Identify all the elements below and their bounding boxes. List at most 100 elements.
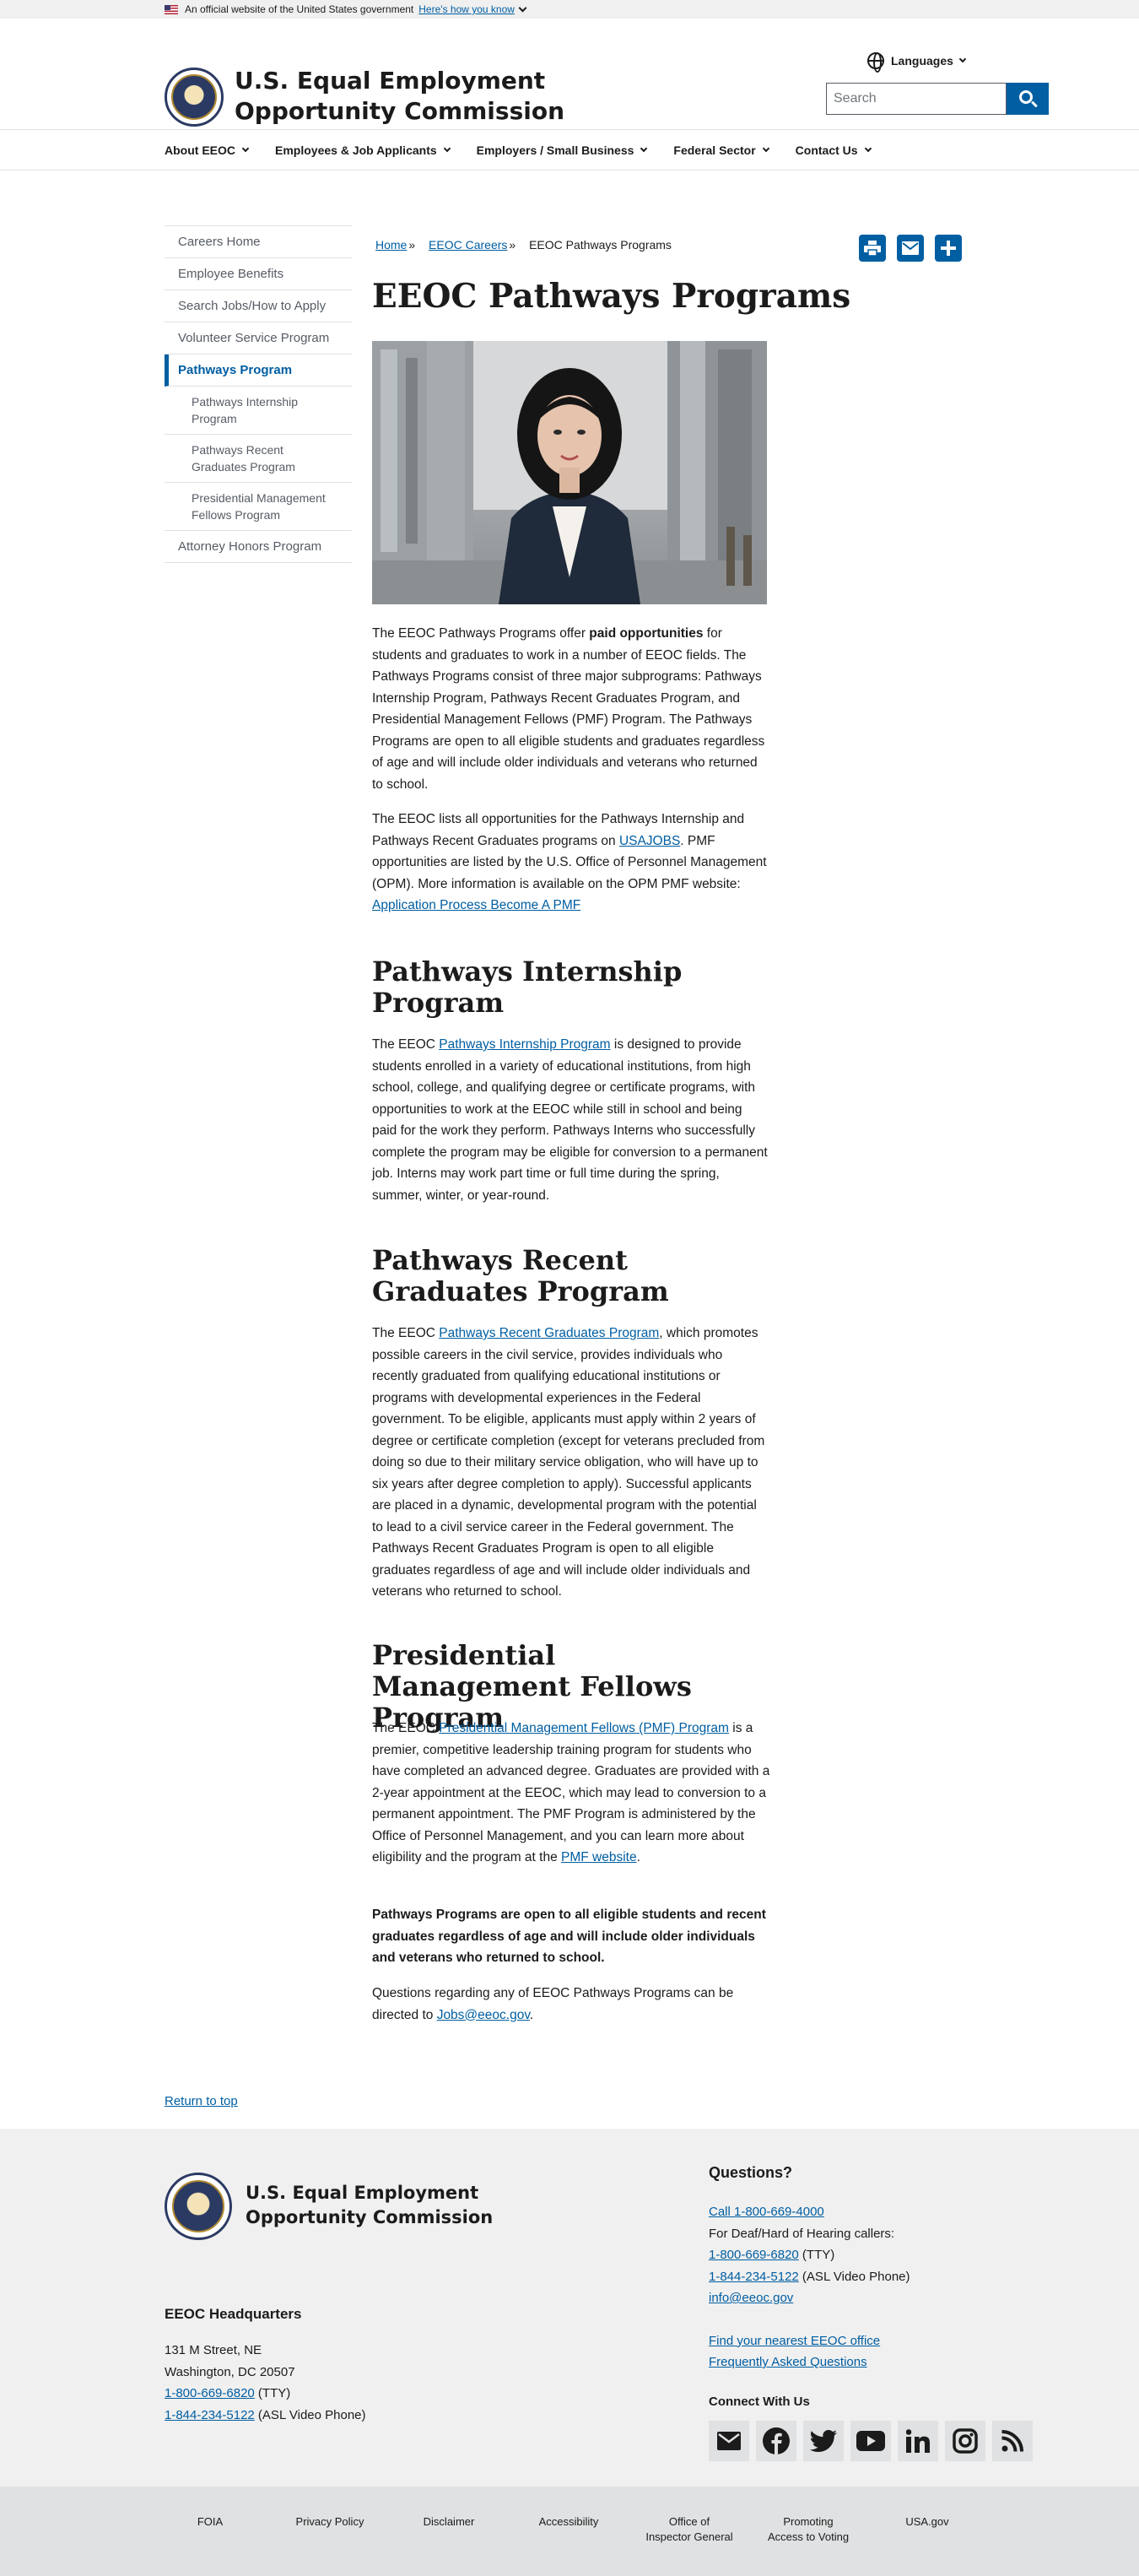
more-share-button[interactable]: [935, 235, 962, 262]
accessibility-link[interactable]: Accessibility: [510, 2514, 628, 2530]
sidebar-item-careers-home[interactable]: Careers Home: [165, 226, 352, 258]
internship-paragraph: The EEOC Pathways Internship Program is …: [372, 1034, 770, 1206]
languages-label: Languages: [891, 54, 953, 68]
footer-bottom-bar: FOIA Privacy Policy Disclaimer Accessibi…: [0, 2487, 1139, 2576]
nav-about-eeoc[interactable]: About EEOC: [165, 143, 250, 157]
text: (TTY): [254, 2386, 291, 2400]
facebook-icon[interactable]: [756, 2421, 796, 2461]
linkedin-icon[interactable]: [898, 2421, 938, 2461]
sidebar-item-pathways-program[interactable]: Pathways Program: [165, 354, 352, 387]
footer-title-line1[interactable]: U.S. Equal Employment: [246, 2181, 516, 2205]
questions-contacts: Call 1-800-669-4000 For Deaf/Hard of Hea…: [709, 2201, 1029, 2373]
info-email-link[interactable]: info@eeoc.gov: [709, 2291, 793, 2305]
link-line: Office of: [668, 2515, 710, 2528]
heres-how-you-know-link[interactable]: Here's how you know: [418, 3, 515, 15]
social-links: [709, 2421, 1039, 2461]
intro-paragraph-1: The EEOC Pathways Programs offer paid op…: [372, 623, 770, 795]
disclaimer-link[interactable]: Disclaimer: [390, 2514, 508, 2530]
sidebar-item-attorney-honors[interactable]: Attorney Honors Program: [165, 531, 352, 563]
print-button[interactable]: [859, 235, 886, 262]
sidebar-subitem-recent-graduates[interactable]: Pathways Recent Graduates Program: [165, 435, 352, 483]
eligibility-note: Pathways Programs are open to all eligib…: [372, 1908, 766, 1965]
hq-tty-link[interactable]: 1-800-669-6820: [165, 2386, 255, 2400]
tty-link[interactable]: 1-800-669-6820: [709, 2248, 799, 2262]
chevron-down-icon[interactable]: [518, 3, 527, 12]
usa-gov-link[interactable]: USA.gov: [868, 2514, 986, 2530]
page-title: EEOC Pathways Programs: [372, 277, 851, 316]
email-icon[interactable]: [709, 2421, 749, 2461]
rss-icon[interactable]: [992, 2421, 1033, 2461]
site-title[interactable]: U.S. Equal Employment Opportunity Commis…: [235, 66, 589, 127]
breadcrumb-home[interactable]: Home: [375, 238, 407, 252]
text: for students and graduates to work in a …: [372, 626, 765, 792]
sidebar-item-employee-benefits[interactable]: Employee Benefits: [165, 258, 352, 290]
pmf-website-link[interactable]: PMF website: [561, 1850, 637, 1864]
access-to-voting-link[interactable]: Promoting Access to Voting: [749, 2514, 867, 2545]
text: , which promotes possible careers in the…: [372, 1326, 765, 1599]
faq-link[interactable]: Frequently Asked Questions: [709, 2355, 867, 2369]
sidebar-subitem-pmf[interactable]: Presidential Management Fellows Program: [165, 483, 352, 531]
share-tools: [859, 235, 973, 262]
pmf-program-link[interactable]: Presidential Management Fellows (PMF) Pr…: [439, 1721, 729, 1735]
privacy-policy-link[interactable]: Privacy Policy: [271, 2514, 389, 2530]
hq-street: 131 M Street, NE: [165, 2343, 262, 2357]
pmf-application-link[interactable]: Application Process Become A PMF: [372, 898, 580, 912]
twitter-icon[interactable]: [803, 2421, 844, 2461]
site-header: U.S. Equal Employment Opportunity Commis…: [0, 19, 1139, 130]
footer-title-line2[interactable]: Opportunity Commission: [246, 2205, 516, 2230]
nav-label: Contact Us: [795, 143, 858, 157]
link-line: Promoting: [783, 2515, 834, 2528]
site-title-line2[interactable]: Opportunity Commission: [235, 96, 589, 127]
chevron-down-icon: [640, 144, 648, 152]
breadcrumb-current: EEOC Pathways Programs: [529, 238, 672, 252]
footer-title[interactable]: U.S. Equal Employment Opportunity Commis…: [246, 2181, 516, 2230]
search-form: [826, 83, 1049, 115]
text: The EEOC Pathways Programs offer: [372, 626, 590, 641]
usajobs-link[interactable]: USAJOBS: [619, 834, 680, 848]
nav-employees-applicants[interactable]: Employees & Job Applicants: [275, 143, 451, 157]
text: .: [529, 2007, 534, 2022]
instagram-icon[interactable]: [945, 2421, 985, 2461]
search-button[interactable]: [1007, 83, 1049, 115]
email-share-button[interactable]: [897, 235, 924, 262]
site-footer: U.S. Equal Employment Opportunity Commis…: [0, 2129, 1139, 2487]
hero-photo: [372, 341, 767, 604]
jobs-email-link[interactable]: Jobs@eeoc.gov: [437, 2008, 530, 2022]
foia-link[interactable]: FOIA: [151, 2514, 269, 2530]
printer-icon: [864, 241, 881, 256]
youtube-icon[interactable]: [850, 2421, 891, 2461]
bold-text: paid opportunities: [589, 626, 704, 641]
sidebar-item-search-jobs[interactable]: Search Jobs/How to Apply: [165, 290, 352, 322]
breadcrumb-eeoc-careers[interactable]: EEOC Careers: [429, 238, 507, 252]
chevron-down-icon: [241, 144, 250, 152]
hq-asl-link[interactable]: 1-844-234-5122: [165, 2408, 255, 2422]
inspector-general-link[interactable]: Office of Inspector General: [630, 2514, 748, 2545]
connect-heading: Connect With Us: [709, 2395, 810, 2409]
plus-icon: [941, 241, 956, 256]
return-to-top-link[interactable]: Return to top: [165, 2094, 238, 2108]
text: The EEOC: [372, 1721, 440, 1735]
heading-internship: Pathways Internship Program: [372, 955, 683, 1019]
breadcrumb: Home» EEOC Careers» EEOC Pathways Progra…: [375, 238, 672, 252]
find-office-link[interactable]: Find your nearest EEOC office: [709, 2334, 880, 2348]
call-phone-link[interactable]: Call 1-800-669-4000: [709, 2205, 824, 2219]
nav-contact-us[interactable]: Contact Us: [795, 143, 872, 157]
languages-button[interactable]: Languages: [867, 52, 967, 73]
site-title-line1[interactable]: U.S. Equal Employment: [235, 66, 589, 96]
recent-graduates-link[interactable]: Pathways Recent Graduates Program: [439, 1326, 659, 1340]
sidebar-item-volunteer-service[interactable]: Volunteer Service Program: [165, 322, 352, 354]
search-input[interactable]: [826, 83, 1007, 115]
gov-banner-text: An official website of the United States…: [185, 3, 414, 15]
nav-employers-small-business[interactable]: Employers / Small Business: [477, 143, 648, 157]
text: (ASL Video Phone): [798, 2269, 910, 2284]
nav-label: Employees & Job Applicants: [275, 143, 437, 157]
asl-link[interactable]: 1-844-234-5122: [709, 2270, 799, 2284]
nav-federal-sector[interactable]: Federal Sector: [673, 143, 769, 157]
sidebar-subitem-internship[interactable]: Pathways Internship Program: [165, 387, 352, 435]
eeoc-seal-logo[interactable]: [165, 2173, 232, 2240]
globe-icon: [867, 52, 884, 73]
deaf-callers-label: For Deaf/Hard of Hearing callers:: [709, 2226, 895, 2241]
eeoc-seal-logo[interactable]: [165, 68, 224, 127]
internship-program-link[interactable]: Pathways Internship Program: [439, 1037, 610, 1052]
hq-tty-line: 1-800-669-6820 (TTY): [165, 2383, 366, 2405]
